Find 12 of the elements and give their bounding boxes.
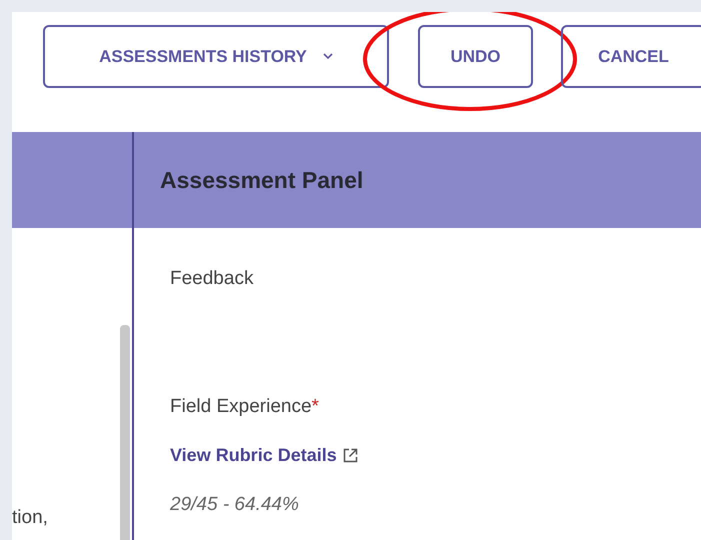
body-text: tion, <box>12 506 48 530</box>
scrollbar-thumb[interactable] <box>120 325 130 540</box>
score-text: 29/45 - 64.44% <box>170 492 299 516</box>
undo-button[interactable]: UNDO <box>418 25 533 88</box>
panel-title: Assessment Panel <box>160 166 364 195</box>
field-label: Feedback <box>170 268 254 289</box>
rubric-link[interactable]: View Rubric Details <box>170 442 358 468</box>
history-dropdown[interactable]: ASSESSMENTS HISTORY <box>43 25 389 88</box>
cancel-button[interactable]: CANCEL <box>561 25 701 88</box>
field-label: Field Experience* <box>170 395 319 419</box>
external-link-icon <box>342 448 358 462</box>
chevron-down-icon <box>322 53 333 60</box>
